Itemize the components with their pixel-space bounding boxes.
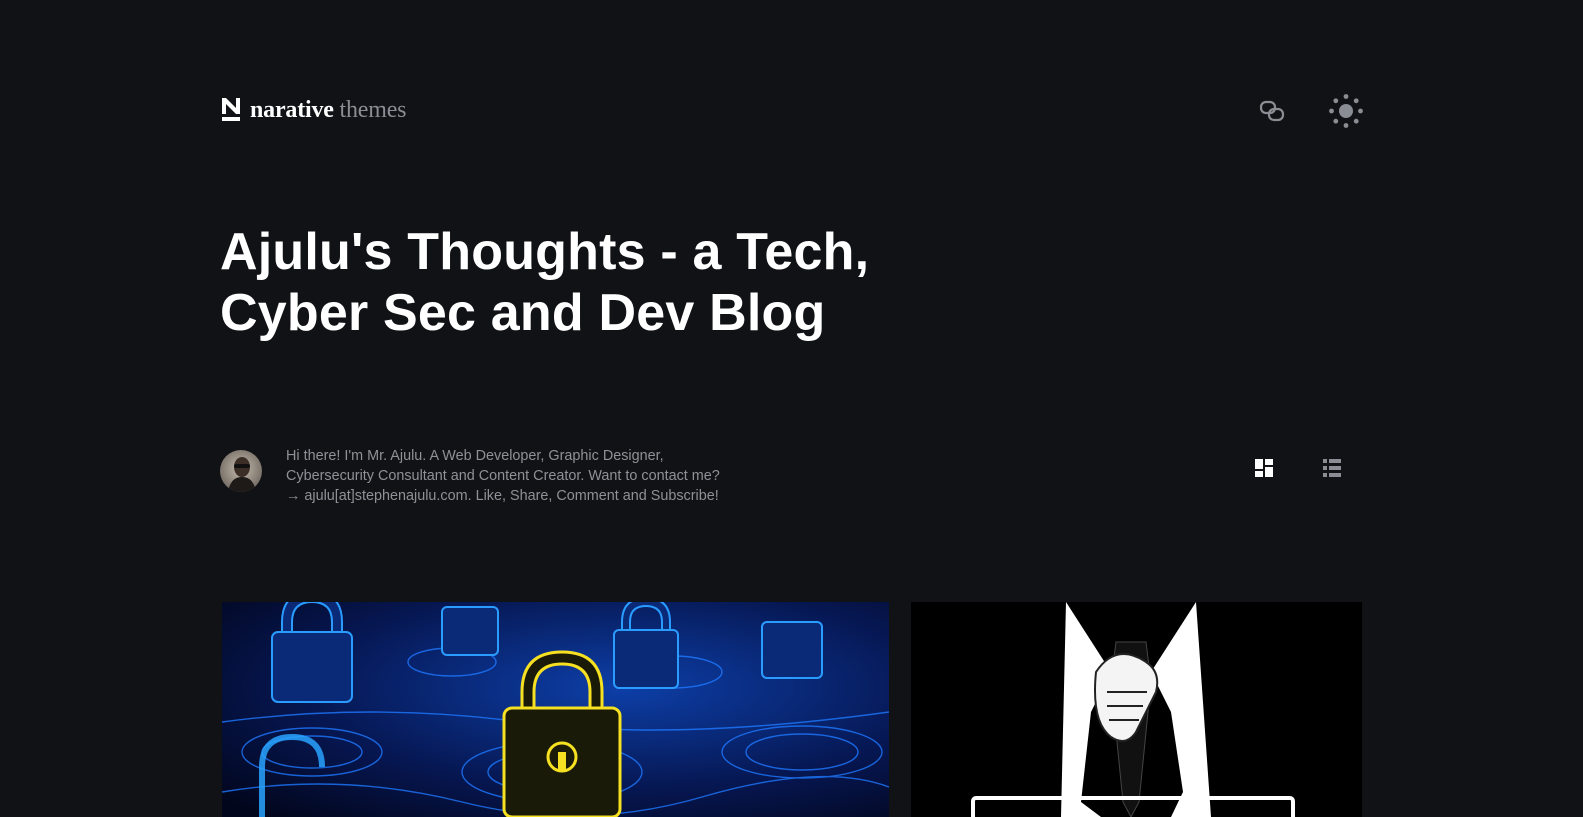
layout-toggles [1250, 456, 1346, 484]
list-layout-icon [1323, 458, 1341, 482]
list-layout-button[interactable] [1318, 456, 1346, 484]
logo-primary-text: narative [250, 97, 334, 123]
header-actions [1252, 93, 1366, 134]
article-card[interactable] [911, 602, 1362, 817]
article-card[interactable] [222, 602, 889, 817]
copy-link-icon [1259, 98, 1285, 129]
grid-layout-button[interactable] [1250, 456, 1278, 484]
logo-wordmark: narative themes [250, 96, 407, 124]
anonymous-suit-image [911, 602, 1362, 817]
avatar[interactable] [220, 450, 262, 492]
cyber-padlocks-image [222, 602, 889, 817]
author-bio-text: Hi there! I'm Mr. Ajulu. A Web Developer… [286, 448, 720, 504]
author-bio: Hi there! I'm Mr. Ajulu. A Web Developer… [220, 446, 726, 506]
theme-toggle-sun-icon [1328, 93, 1364, 134]
site-logo[interactable]: narative themes [222, 96, 407, 124]
copy-link-button[interactable] [1252, 94, 1292, 132]
grid-layout-icon [1255, 458, 1273, 482]
page: narative themes Ajulu's Thoughts - a Tec… [0, 0, 1583, 817]
page-title: Ajulu's Thoughts - a Tech, Cyber Sec and… [220, 223, 870, 342]
narative-logo-icon [222, 98, 240, 122]
theme-toggle-button[interactable] [1326, 93, 1366, 134]
logo-secondary-text: themes [339, 97, 407, 123]
